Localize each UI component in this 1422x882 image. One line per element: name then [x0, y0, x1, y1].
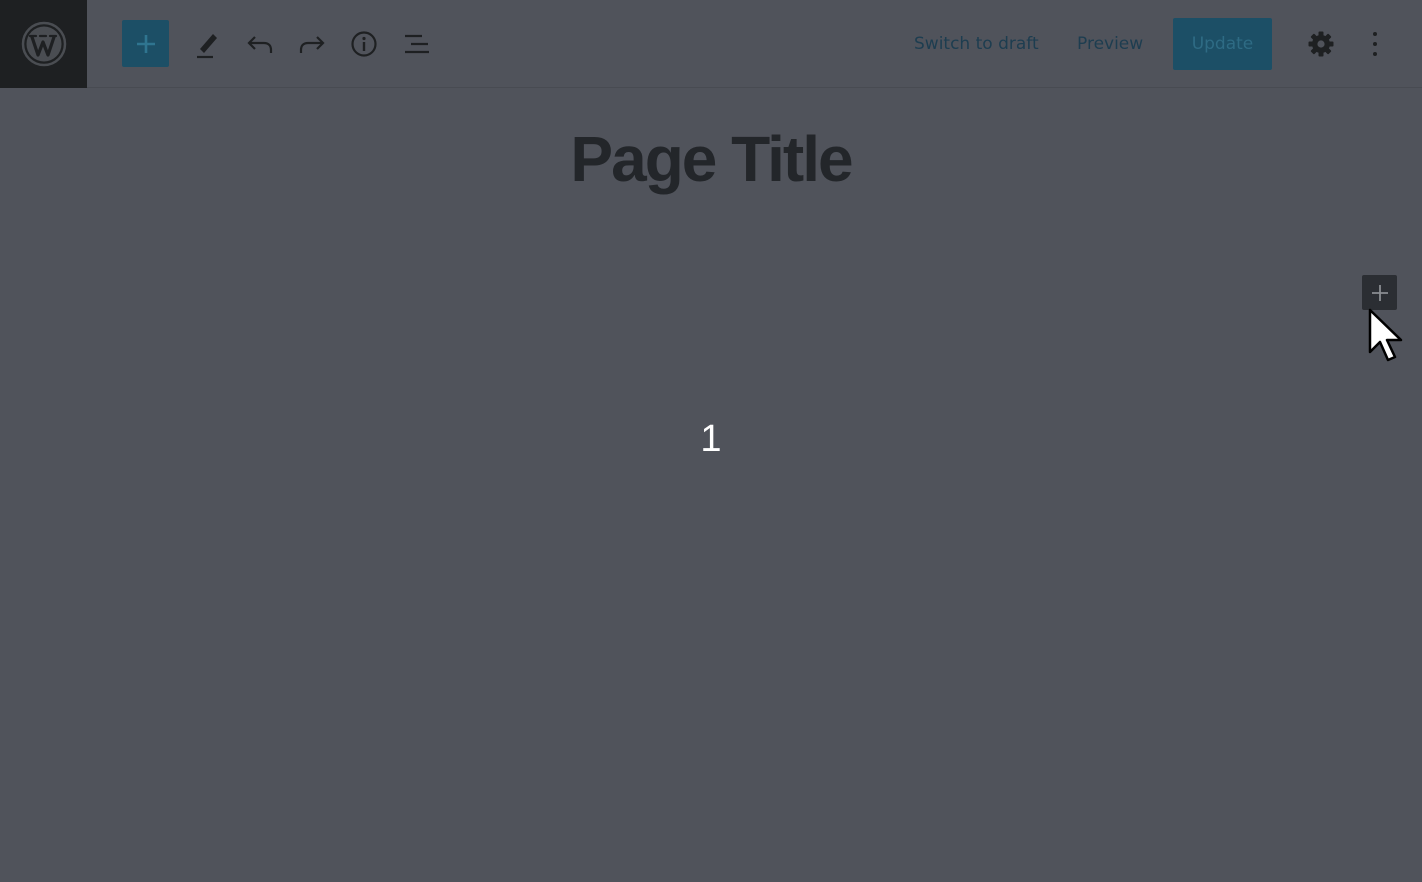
block-inserter-button[interactable] [122, 20, 169, 67]
more-options-button[interactable] [1355, 24, 1395, 64]
wordpress-logo-button[interactable] [0, 0, 87, 88]
editor-header: Switch to draft Preview Update [0, 0, 1422, 88]
switch-to-draft-button[interactable]: Switch to draft [914, 30, 1039, 58]
gear-icon [1308, 31, 1334, 57]
more-vertical-icon [1373, 32, 1377, 56]
list-view-icon [405, 34, 429, 54]
mouse-cursor-icon [1368, 308, 1403, 362]
page-title[interactable]: Page Title [0, 122, 1422, 196]
redo-button[interactable] [292, 24, 332, 64]
info-icon [351, 31, 377, 57]
undo-icon [247, 36, 273, 53]
settings-button[interactable] [1301, 24, 1341, 64]
update-button[interactable]: Update [1173, 18, 1272, 70]
step-counter: 1 [700, 418, 722, 460]
edit-tool-button[interactable] [186, 24, 226, 64]
redo-icon [299, 36, 325, 53]
details-button[interactable] [344, 24, 384, 64]
wordpress-logo-icon [21, 21, 66, 67]
undo-button[interactable] [240, 24, 280, 64]
add-block-button[interactable] [1362, 275, 1397, 310]
pencil-icon [197, 34, 217, 59]
list-view-button[interactable] [397, 24, 437, 64]
preview-button[interactable]: Preview [1077, 30, 1143, 58]
plus-icon [1371, 284, 1388, 301]
plus-icon [136, 34, 155, 53]
